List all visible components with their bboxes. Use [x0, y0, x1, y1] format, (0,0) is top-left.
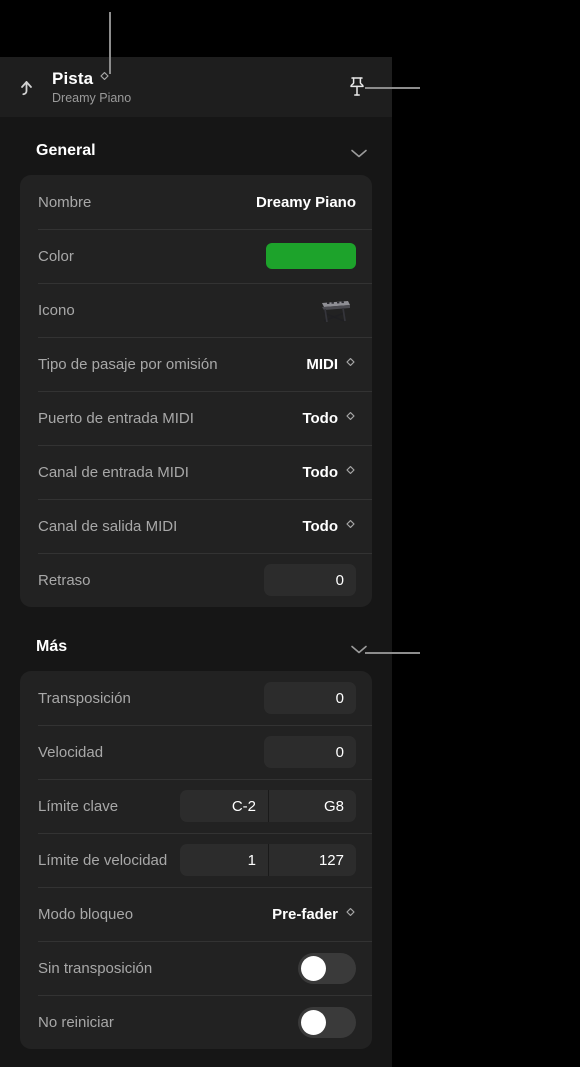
up-down-stepper-icon: [345, 907, 356, 922]
color-swatch[interactable]: [266, 243, 356, 269]
toggle-knob: [301, 955, 326, 981]
header-text-group: Pista Dreamy Piano: [52, 69, 346, 106]
row-color[interactable]: Color: [20, 229, 372, 283]
no-reiniciar-toggle[interactable]: [298, 1006, 356, 1038]
up-down-stepper-icon: [345, 519, 356, 534]
section-title-general: General: [36, 142, 96, 159]
puerto-entrada-midi-popup[interactable]: Todo: [302, 410, 356, 427]
row-label: Canal de salida MIDI: [38, 517, 178, 535]
row-retraso[interactable]: Retraso 0: [20, 553, 372, 607]
limite-velocidad-high-input[interactable]: 127: [268, 844, 356, 876]
puerto-entrada-midi-value: Todo: [302, 409, 338, 427]
section-header-mas[interactable]: Más: [0, 623, 392, 671]
general-settings-card: Nombre Dreamy Piano Color Icono Tipo de …: [20, 175, 372, 607]
row-nombre[interactable]: Nombre Dreamy Piano: [20, 175, 372, 229]
canal-salida-midi-value: Todo: [302, 517, 338, 535]
row-label: Tipo de pasaje por omisión: [38, 355, 218, 373]
transposicion-input[interactable]: 0: [264, 682, 356, 714]
tipo-pasaje-popup[interactable]: MIDI: [306, 356, 356, 373]
up-down-stepper-icon: [345, 465, 356, 480]
limite-clave-low-input[interactable]: C-2: [180, 790, 268, 822]
row-sin-transposicion[interactable]: Sin transposición: [20, 941, 372, 995]
row-limite-velocidad[interactable]: Límite de velocidad 1 127: [20, 833, 372, 887]
keyboard-stand-icon[interactable]: [314, 293, 356, 327]
row-label: Velocidad: [38, 743, 104, 761]
row-label: Canal de entrada MIDI: [38, 463, 189, 481]
page-title: Pista: [52, 68, 94, 88]
chevron-down-icon[interactable]: [350, 146, 368, 157]
row-label: Nombre: [38, 193, 92, 211]
row-canal-entrada-midi[interactable]: Canal de entrada MIDI Todo: [20, 445, 372, 499]
row-puerto-entrada-midi[interactable]: Puerto de entrada MIDI Todo: [20, 391, 372, 445]
header-title-row[interactable]: Pista: [52, 69, 346, 89]
up-down-stepper-icon: [345, 411, 356, 426]
row-label: Icono: [38, 301, 75, 319]
row-no-reiniciar[interactable]: No reiniciar: [20, 995, 372, 1049]
limite-clave-range: C-2 G8: [180, 790, 356, 822]
mas-settings-card: Transposición 0 Velocidad 0 Límite clave…: [20, 671, 372, 1049]
modo-bloqueo-value: Pre-fader: [272, 905, 338, 923]
row-icono[interactable]: Icono: [20, 283, 372, 337]
nombre-value[interactable]: Dreamy Piano: [256, 194, 356, 211]
retraso-input[interactable]: 0: [264, 564, 356, 596]
tipo-pasaje-value: MIDI: [306, 355, 338, 373]
row-limite-clave[interactable]: Límite clave C-2 G8: [20, 779, 372, 833]
limite-velocidad-low-input[interactable]: 1: [180, 844, 268, 876]
row-modo-bloqueo[interactable]: Modo bloqueo Pre-fader: [20, 887, 372, 941]
row-label: Transposición: [38, 689, 131, 707]
toggle-knob: [301, 1009, 326, 1035]
row-label: Límite de velocidad: [38, 851, 168, 869]
chevron-down-icon[interactable]: [350, 642, 368, 653]
header-subtitle: Dreamy Piano: [52, 90, 132, 105]
row-canal-salida-midi[interactable]: Canal de salida MIDI Todo: [20, 499, 372, 553]
callout-line-title: [109, 12, 111, 74]
track-inspector-panel: Pista Dreamy Piano General Nombre Dreamy…: [0, 57, 392, 1067]
row-label: Color: [38, 247, 74, 265]
section-title-mas: Más: [36, 638, 68, 655]
inspector-header: Pista Dreamy Piano: [0, 57, 392, 117]
modo-bloqueo-popup[interactable]: Pre-fader: [272, 906, 356, 923]
row-tipo-pasaje[interactable]: Tipo de pasaje por omisión MIDI: [20, 337, 372, 391]
section-header-general[interactable]: General: [0, 127, 392, 175]
row-label: Retraso: [38, 571, 91, 589]
row-label: Modo bloqueo: [38, 905, 134, 923]
arrow-up-back-icon[interactable]: [16, 74, 42, 100]
sin-transposicion-toggle[interactable]: [298, 952, 356, 984]
canal-salida-midi-popup[interactable]: Todo: [302, 518, 356, 535]
up-down-stepper-icon: [345, 357, 356, 372]
canal-entrada-midi-popup[interactable]: Todo: [302, 464, 356, 481]
canal-entrada-midi-value: Todo: [302, 463, 338, 481]
row-transposicion[interactable]: Transposición 0: [20, 671, 372, 725]
row-label: Puerto de entrada MIDI: [38, 409, 194, 427]
row-label: Sin transposición: [38, 959, 153, 977]
callout-line-mas-section: [365, 652, 420, 654]
row-label: Límite clave: [38, 797, 119, 815]
limite-velocidad-range: 1 127: [180, 844, 356, 876]
velocidad-input[interactable]: 0: [264, 736, 356, 768]
limite-clave-high-input[interactable]: G8: [268, 790, 356, 822]
callout-line-pin: [365, 87, 420, 89]
row-label: No reiniciar: [38, 1013, 114, 1031]
row-velocidad[interactable]: Velocidad 0: [20, 725, 372, 779]
